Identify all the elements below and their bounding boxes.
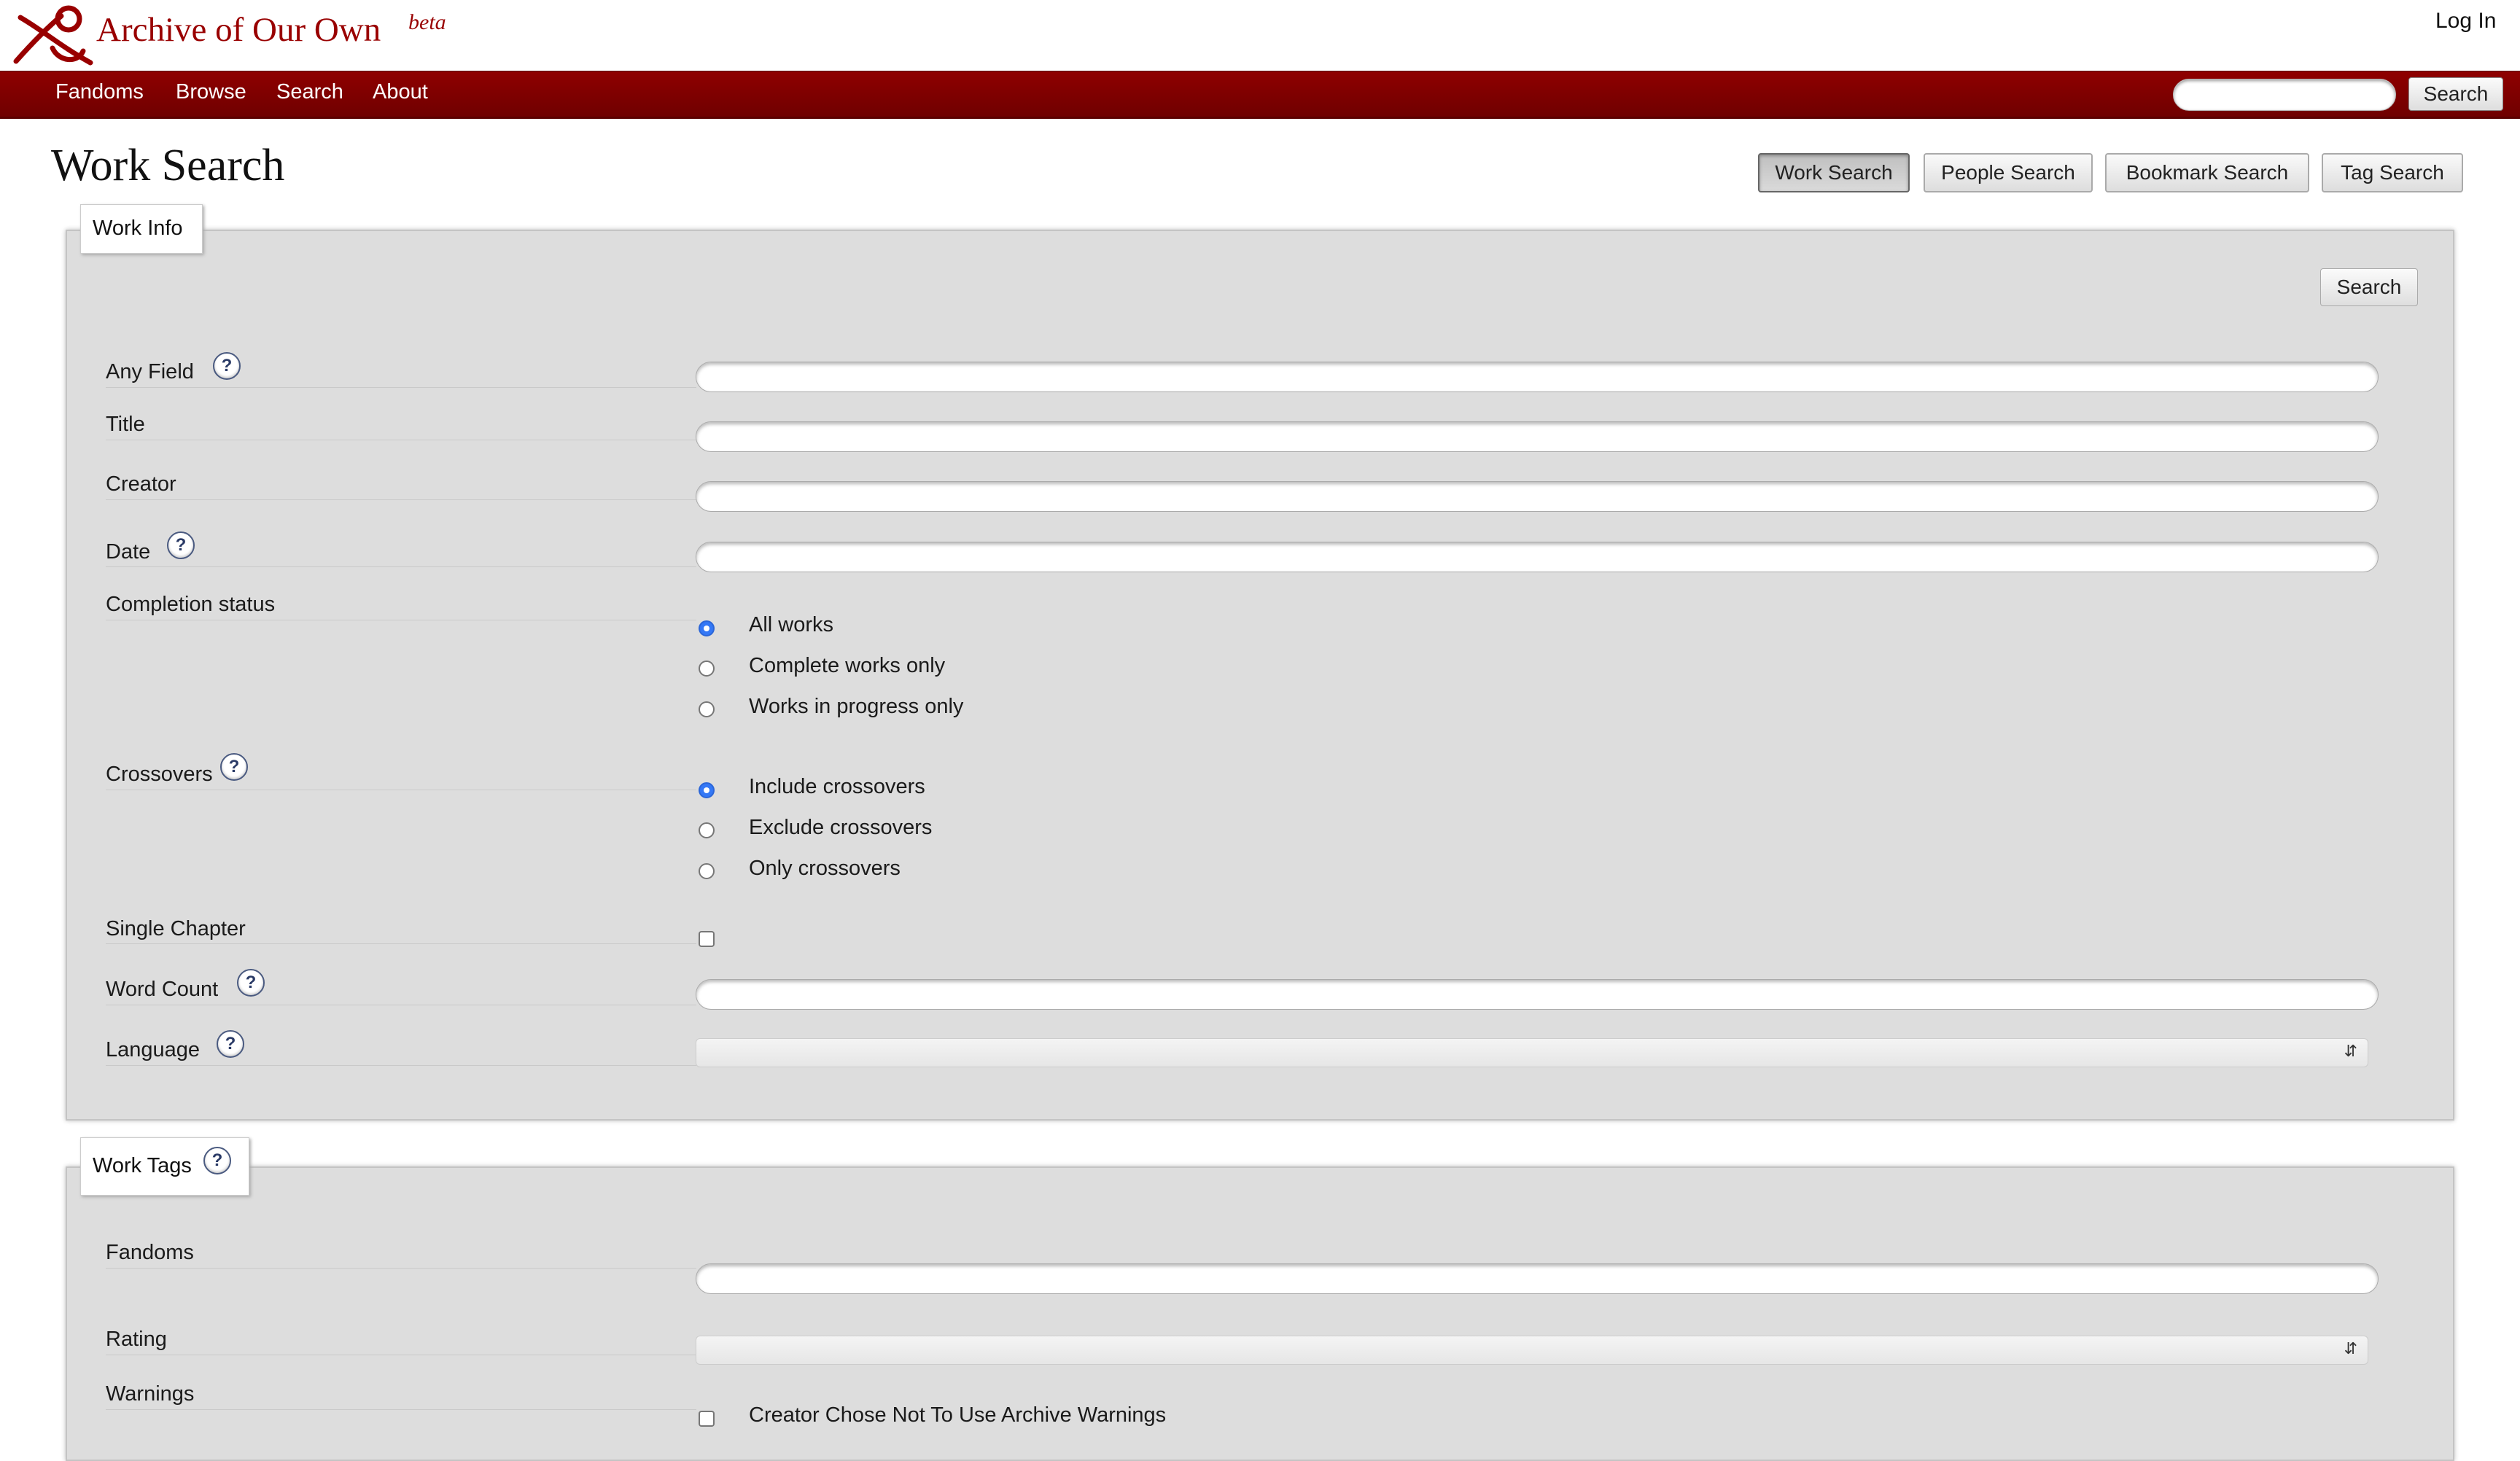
label-divider bbox=[106, 1409, 696, 1410]
chevron-updown-icon: ⇵ bbox=[2344, 1339, 2357, 1357]
work-tags-legend-text: Work Tags bbox=[93, 1154, 192, 1177]
creator-input[interactable] bbox=[696, 481, 2379, 512]
chevron-updown-icon: ⇵ bbox=[2344, 1042, 2357, 1060]
crossovers-only-radio[interactable] bbox=[699, 863, 715, 879]
form-search-button[interactable]: Search bbox=[2320, 268, 2418, 306]
date-input[interactable] bbox=[696, 542, 2379, 572]
help-question-icon[interactable]: ? bbox=[203, 1147, 231, 1174]
help-question-icon[interactable]: ? bbox=[217, 1030, 244, 1058]
work-tags-fieldset bbox=[66, 1166, 2454, 1461]
label-divider bbox=[106, 1268, 696, 1269]
site-header: Archive of Our Own beta Log In bbox=[0, 0, 2520, 71]
nav-item-about[interactable]: About bbox=[373, 80, 428, 104]
work-tags-legend: Work Tags ? bbox=[80, 1137, 249, 1196]
warning-no-archive-warnings-checkbox[interactable] bbox=[699, 1411, 715, 1427]
help-question-icon[interactable]: ? bbox=[237, 969, 265, 997]
page-title: Work Search bbox=[51, 141, 285, 190]
warning-no-archive-warnings-label[interactable]: Creator Chose Not To Use Archive Warning… bbox=[749, 1403, 1166, 1427]
label-divider bbox=[106, 499, 696, 500]
label-divider bbox=[106, 566, 696, 567]
crossovers-only-label[interactable]: Only crossovers bbox=[749, 857, 901, 881]
single-chapter-label: Single Chapter bbox=[106, 917, 246, 940]
label-divider bbox=[106, 1065, 696, 1066]
completion-wip-label[interactable]: Works in progress only bbox=[749, 695, 963, 719]
nav-search-button[interactable]: Search bbox=[2408, 77, 2503, 111]
language-label: Language bbox=[106, 1038, 201, 1061]
beta-label: beta bbox=[408, 10, 446, 34]
any-field-input[interactable] bbox=[696, 362, 2379, 392]
crossovers-include-label[interactable]: Include crossovers bbox=[749, 775, 925, 799]
help-question-icon[interactable]: ? bbox=[213, 352, 241, 380]
primary-nav: Fandoms Browse Search About Search bbox=[0, 71, 2520, 119]
completion-complete-radio[interactable] bbox=[699, 661, 715, 677]
date-label: Date bbox=[106, 540, 151, 564]
nav-search-input[interactable] bbox=[2173, 79, 2396, 111]
crossovers-include-radio[interactable] bbox=[699, 782, 715, 798]
tab-people-search[interactable]: People Search bbox=[1924, 153, 2093, 192]
completion-all-label[interactable]: All works bbox=[749, 613, 833, 637]
work-info-legend-text: Work Info bbox=[93, 217, 183, 240]
rating-select[interactable]: ⇵ bbox=[696, 1336, 2368, 1365]
tab-tag-search[interactable]: Tag Search bbox=[2322, 153, 2463, 192]
completion-status-label: Completion status bbox=[106, 593, 276, 616]
completion-all-radio[interactable] bbox=[699, 620, 715, 636]
login-link[interactable]: Log In bbox=[2435, 9, 2496, 34]
warnings-label: Warnings bbox=[106, 1382, 195, 1406]
fandoms-input[interactable] bbox=[696, 1263, 2379, 1294]
title-label: Title bbox=[106, 413, 145, 436]
single-chapter-checkbox[interactable] bbox=[699, 931, 715, 947]
help-question-icon[interactable]: ? bbox=[167, 531, 195, 559]
site-name[interactable]: Archive of Our Own bbox=[96, 10, 381, 50]
nav-item-fandoms[interactable]: Fandoms bbox=[55, 80, 144, 104]
completion-wip-radio[interactable] bbox=[699, 701, 715, 717]
completion-complete-label[interactable]: Complete works only bbox=[749, 654, 945, 678]
tab-bookmark-search[interactable]: Bookmark Search bbox=[2105, 153, 2309, 192]
rating-label: Rating bbox=[106, 1328, 167, 1351]
crossovers-exclude-label[interactable]: Exclude crossovers bbox=[749, 816, 932, 840]
language-select[interactable]: ⇵ bbox=[696, 1038, 2368, 1067]
creator-label: Creator bbox=[106, 472, 176, 496]
word-count-label: Word Count bbox=[106, 978, 219, 1001]
label-divider bbox=[106, 387, 696, 388]
crossovers-exclude-radio[interactable] bbox=[699, 822, 715, 838]
nav-item-browse[interactable]: Browse bbox=[176, 80, 246, 104]
crossovers-label: Crossovers bbox=[106, 763, 213, 786]
any-field-label: Any Field bbox=[106, 360, 194, 383]
label-divider bbox=[106, 943, 696, 944]
nav-item-search[interactable]: Search bbox=[276, 80, 343, 104]
work-info-legend: Work Info bbox=[80, 204, 203, 254]
title-input[interactable] bbox=[696, 421, 2379, 452]
word-count-input[interactable] bbox=[696, 979, 2379, 1010]
ao3-logo-icon[interactable] bbox=[10, 3, 96, 66]
help-question-icon[interactable]: ? bbox=[220, 753, 248, 781]
fandoms-label: Fandoms bbox=[106, 1241, 194, 1264]
tab-work-search[interactable]: Work Search bbox=[1758, 153, 1910, 192]
